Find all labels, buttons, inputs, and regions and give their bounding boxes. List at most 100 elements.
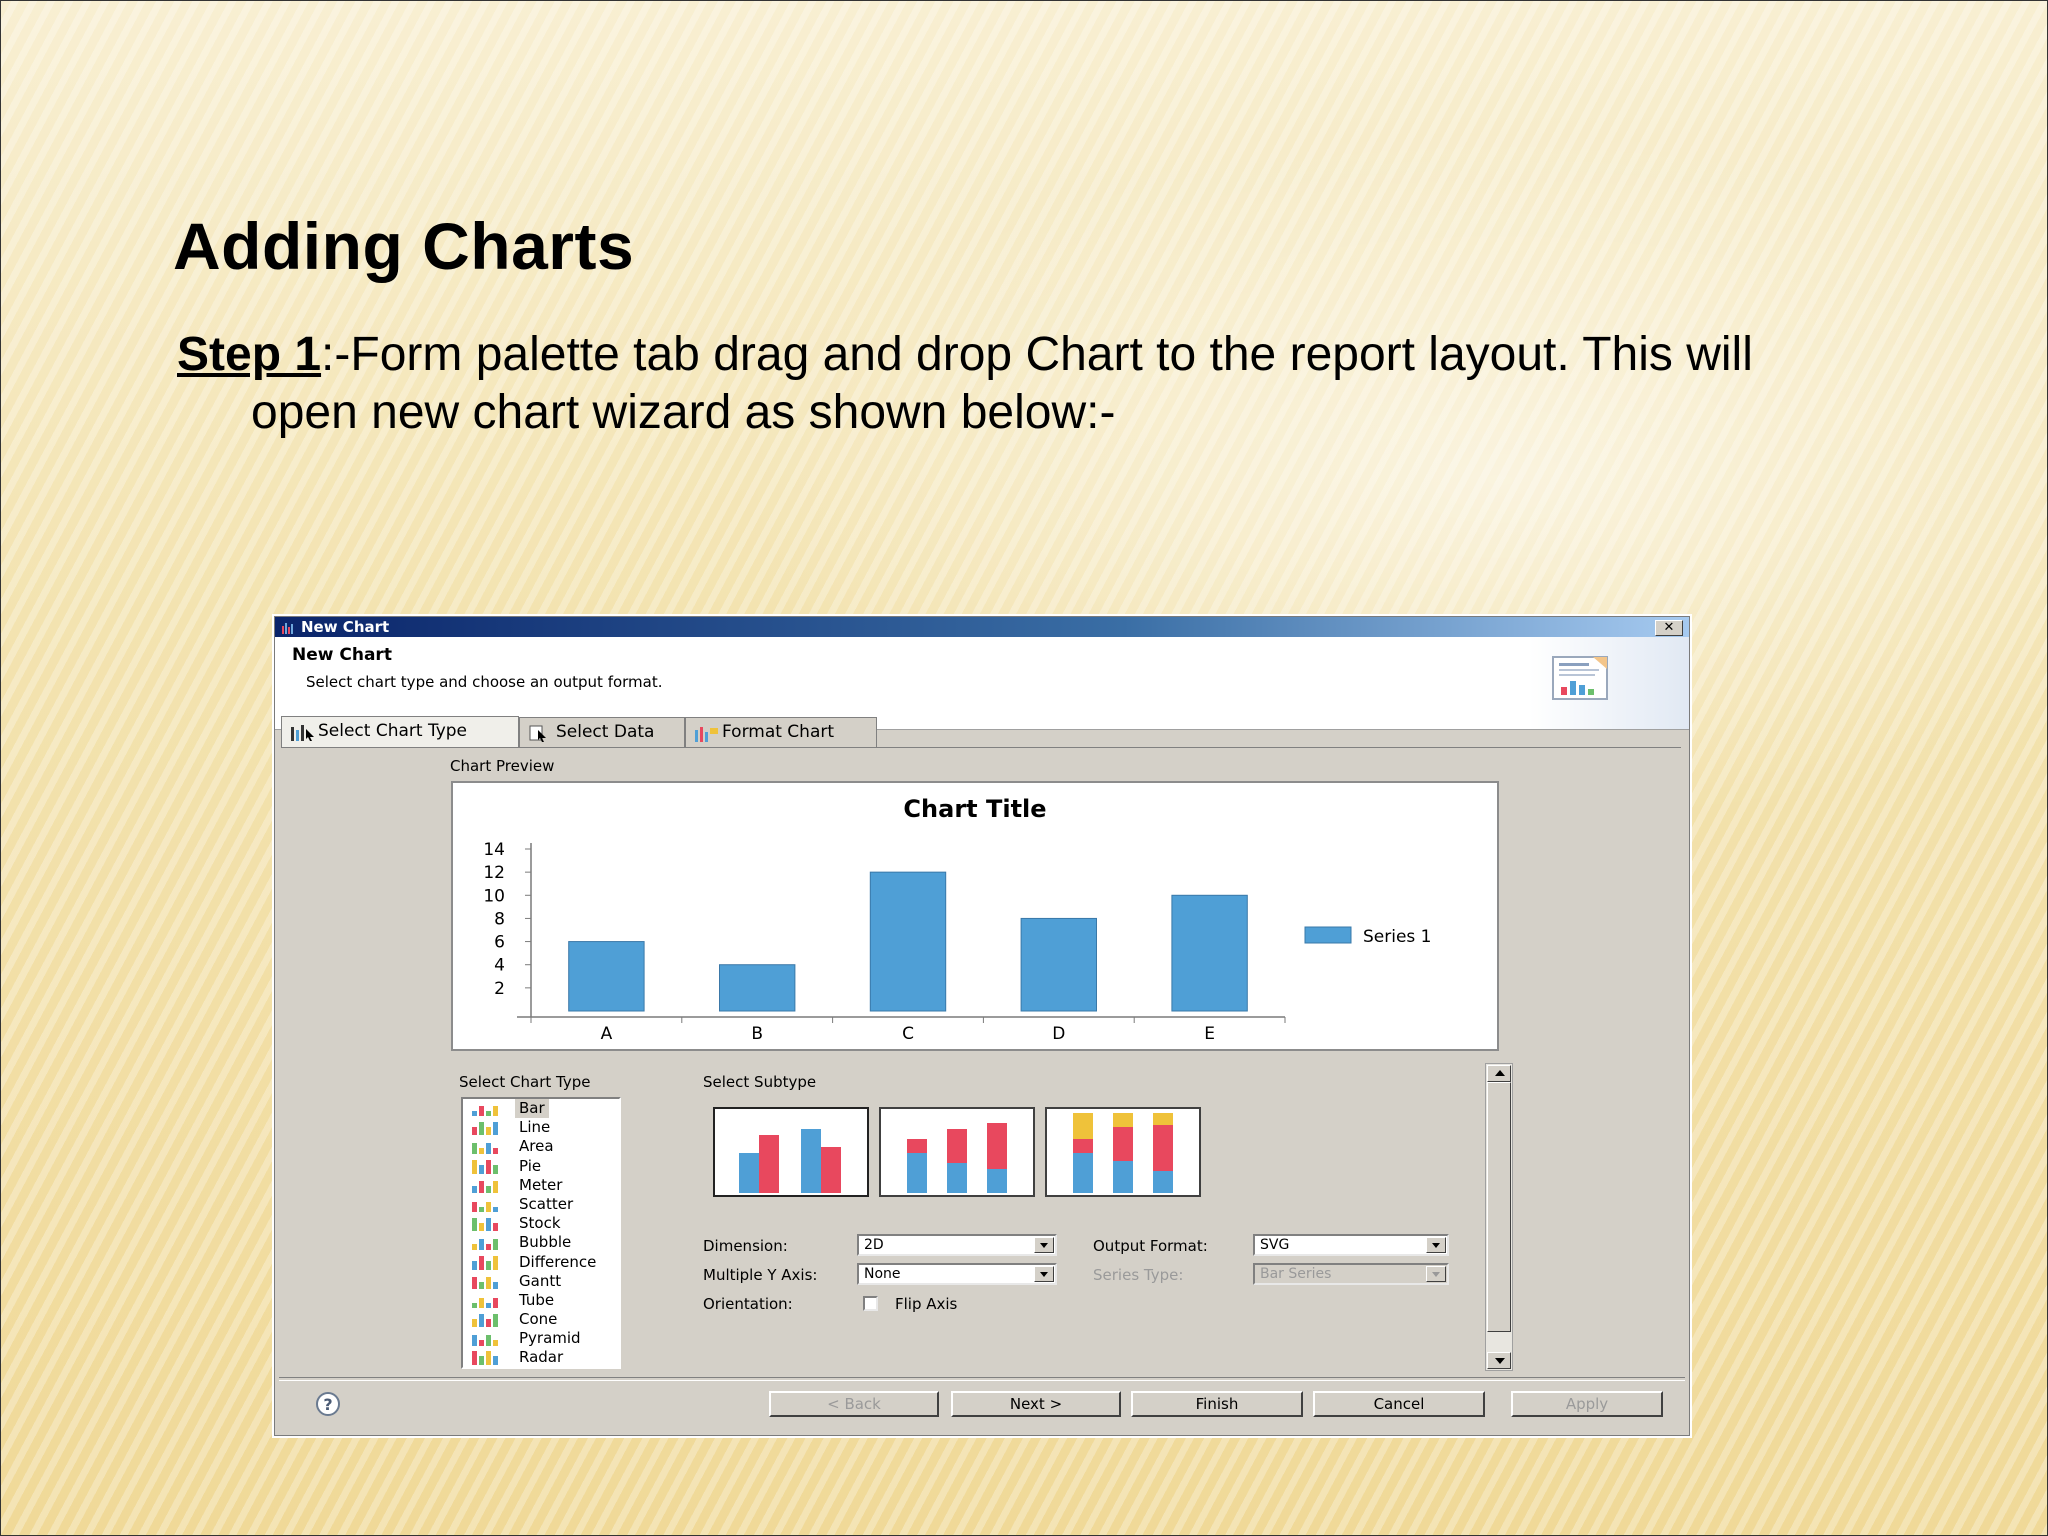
- chart-type-area[interactable]: Area: [463, 1137, 619, 1156]
- chart-type-list[interactable]: Bar Line Area Pie Meter Scatter Stock Bubble Dif…: [461, 1097, 621, 1369]
- finish-button[interactable]: Finish: [1131, 1391, 1303, 1417]
- bar-chart-icon: [472, 1106, 498, 1116]
- bubble-chart-icon: [472, 1239, 498, 1251]
- step-text-line2: open new chart wizard as shown below:-: [251, 386, 1116, 439]
- cancel-button[interactable]: Cancel: [1313, 1391, 1485, 1417]
- bar-C: [869, 871, 947, 1012]
- tab-divider: [281, 747, 1681, 748]
- output-format-select[interactable]: SVG: [1253, 1234, 1449, 1256]
- y-tick-label: 12: [483, 863, 505, 883]
- chart-type-label: Difference: [519, 1252, 597, 1271]
- chart-type-meter[interactable]: Meter: [463, 1176, 619, 1195]
- next-button[interactable]: Next >: [951, 1391, 1121, 1417]
- pie-chart-icon: [472, 1159, 498, 1174]
- header-title: New Chart: [292, 645, 392, 665]
- chart-title: Chart Title: [903, 795, 1046, 823]
- bar-chart-icon: [291, 725, 314, 741]
- dimension-select[interactable]: 2D: [857, 1234, 1057, 1256]
- x-tick-label: D: [1052, 1024, 1065, 1044]
- tab-label: Select Chart Type: [318, 721, 468, 741]
- tab-label: Select Data: [556, 722, 655, 742]
- chart-type-pyramid[interactable]: Pyramid: [463, 1329, 619, 1348]
- chart-type-scatter[interactable]: Scatter: [463, 1195, 619, 1214]
- step-text-line1: :-Form palette tab drag and drop Chart t…: [321, 328, 1753, 381]
- dialog-titlebar[interactable]: New Chart ✕: [275, 617, 1689, 637]
- tab-label: Format Chart: [722, 722, 835, 742]
- cone-chart-icon: [472, 1314, 498, 1328]
- chevron-down-icon[interactable]: [1426, 1237, 1446, 1253]
- scatter-chart-icon: [472, 1201, 498, 1212]
- y-tick-label: 14: [483, 840, 505, 860]
- select-subtype-label: Select Subtype: [703, 1073, 817, 1091]
- format-chart-icon: [695, 727, 718, 742]
- chart-type-pie[interactable]: Pie: [463, 1157, 619, 1176]
- chevron-down-icon: [1426, 1266, 1446, 1282]
- subtype-percent-stacked[interactable]: [1045, 1107, 1201, 1197]
- legend-label: Series 1: [1363, 927, 1432, 947]
- scroll-down-button[interactable]: [1487, 1352, 1511, 1369]
- output-format-value: SVG: [1260, 1237, 1290, 1253]
- x-tick-label: A: [601, 1024, 613, 1044]
- dimension-value: 2D: [864, 1237, 884, 1253]
- chart-type-label: Gantt: [519, 1271, 562, 1290]
- chart-type-label: Bar: [515, 1099, 549, 1118]
- vertical-scrollbar[interactable]: [1485, 1063, 1513, 1371]
- chart-type-tube[interactable]: Tube: [463, 1291, 619, 1310]
- step-label: Step 1: [177, 328, 322, 381]
- chart-type-label: Meter: [519, 1175, 563, 1194]
- chart-type-label: Pyramid: [519, 1329, 581, 1348]
- help-icon[interactable]: ?: [309, 1390, 347, 1418]
- dialog-window-title: New Chart: [301, 618, 390, 636]
- meter-chart-icon: [472, 1180, 498, 1193]
- tab-format-chart[interactable]: Format Chart: [685, 717, 877, 747]
- tab-select-chart-type[interactable]: Select Chart Type: [281, 716, 519, 748]
- chart-type-label: Stock: [519, 1214, 561, 1233]
- svg-text:?: ?: [323, 1395, 332, 1414]
- tube-chart-icon: [472, 1297, 498, 1308]
- tab-select-data[interactable]: Select Data: [519, 717, 685, 747]
- flip-axis-checkbox[interactable]: [863, 1296, 878, 1311]
- back-button[interactable]: < Back: [769, 1391, 939, 1417]
- select-chart-type-label: Select Chart Type: [459, 1073, 591, 1091]
- chart-type-bar[interactable]: Bar: [463, 1099, 619, 1118]
- x-tick-label: E: [1204, 1024, 1215, 1044]
- series-type-value: Bar Series: [1260, 1266, 1332, 1282]
- chart-type-radar[interactable]: Radar: [463, 1348, 619, 1367]
- chevron-down-icon[interactable]: [1034, 1266, 1054, 1282]
- x-tick-label: B: [751, 1024, 763, 1044]
- step-description: Step 1:-Form palette tab drag and drop C…: [177, 326, 1897, 442]
- chart-type-label: Line: [519, 1118, 551, 1137]
- header-subtitle: Select chart type and choose an output f…: [306, 673, 663, 691]
- multiple-y-axis-select[interactable]: None: [857, 1263, 1057, 1285]
- scroll-thumb[interactable]: [1487, 1082, 1511, 1332]
- y-tick-label: 8: [494, 909, 505, 929]
- chart-type-gantt[interactable]: Gantt: [463, 1272, 619, 1291]
- line-chart-icon: [472, 1122, 498, 1136]
- chart-type-label: Radar: [519, 1348, 564, 1367]
- apply-button[interactable]: Apply: [1511, 1391, 1663, 1417]
- chart-type-cone[interactable]: Cone: [463, 1310, 619, 1329]
- bar-E: [1171, 894, 1248, 1012]
- chart-type-difference[interactable]: Difference: [463, 1253, 619, 1272]
- chevron-down-icon[interactable]: [1034, 1237, 1054, 1253]
- chart-type-label: Scatter: [519, 1194, 574, 1213]
- scroll-up-button[interactable]: [1487, 1065, 1511, 1082]
- chart-wizard-icon: [1552, 656, 1608, 700]
- close-icon: ✕: [1663, 620, 1675, 635]
- subtype-stacked[interactable]: [879, 1107, 1035, 1197]
- subtype-side-by-side[interactable]: [713, 1107, 869, 1197]
- multiple-y-axis-value: None: [864, 1266, 901, 1282]
- select-data-icon: [529, 725, 546, 742]
- chart-type-bubble[interactable]: Bubble: [463, 1233, 619, 1252]
- side-by-side-bar-icon: [739, 1129, 841, 1193]
- chart-app-icon: [282, 623, 293, 634]
- chart-type-line[interactable]: Line: [463, 1118, 619, 1137]
- new-chart-dialog: New Chart ✕ New Chart Select chart type …: [274, 616, 1690, 1436]
- chart-type-label: Tube: [519, 1290, 555, 1309]
- close-button[interactable]: ✕: [1655, 620, 1683, 636]
- series-type-select: Bar Series: [1253, 1263, 1449, 1285]
- chart-type-stock[interactable]: Stock: [463, 1214, 619, 1233]
- chart-type-label: Pie: [519, 1156, 542, 1175]
- orientation-label: Orientation:: [703, 1295, 793, 1313]
- footer-divider: [279, 1377, 1685, 1381]
